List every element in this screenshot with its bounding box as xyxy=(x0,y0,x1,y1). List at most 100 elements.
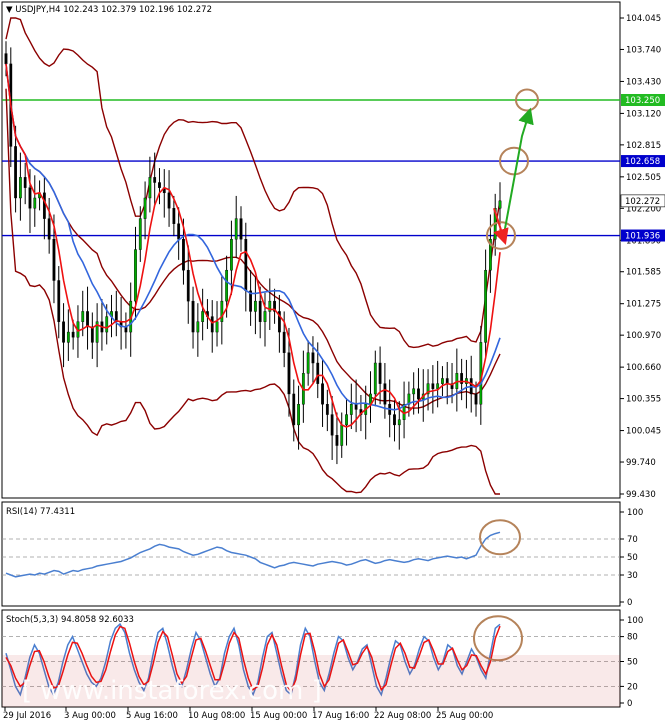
candle-body xyxy=(417,388,420,400)
level-label: 102.658 xyxy=(625,157,660,167)
candle-body xyxy=(42,192,46,219)
level-label: 103.250 xyxy=(625,96,660,106)
candle-body xyxy=(254,300,257,312)
candle-body xyxy=(52,239,56,281)
candle-body xyxy=(230,239,233,271)
candle-body xyxy=(201,311,205,322)
candle-body xyxy=(349,404,353,415)
candle-body xyxy=(373,362,377,395)
candle-body xyxy=(134,249,137,302)
rsi-panel xyxy=(1,501,621,607)
header-high: 102.379 xyxy=(101,5,136,15)
candle-body xyxy=(325,404,329,415)
stoch-label: Stoch(5,3,3) 94.8058 92.6033 xyxy=(6,615,134,625)
price-tick-label: 100.045 xyxy=(626,427,661,437)
header-open: 102.243 xyxy=(63,5,98,15)
candle-body xyxy=(244,239,248,292)
candle-body xyxy=(498,200,502,209)
candle-body xyxy=(321,383,324,405)
indicator-tick-label: 0 xyxy=(627,598,632,608)
candle-body xyxy=(239,218,243,240)
candle-body xyxy=(86,311,89,328)
candle-body xyxy=(263,311,267,322)
candle-body xyxy=(186,269,190,302)
watermark-text: [ www.instaforex.com ] xyxy=(22,676,322,706)
watermark: [ www.instaforex.com ] xyxy=(2,655,620,707)
candle-body xyxy=(306,352,310,374)
time-tick-label: 25 Aug 00:00 xyxy=(436,711,493,721)
candle-body xyxy=(71,331,75,338)
candle-body xyxy=(436,383,440,389)
header-low: 102.196 xyxy=(139,5,174,15)
candle-body xyxy=(484,269,487,343)
indicator-tick-label: 20 xyxy=(627,682,638,692)
indicator-tick-label: 70 xyxy=(627,535,638,545)
header-symbol: USDJPY,H4 xyxy=(15,5,60,15)
candle-body xyxy=(62,321,65,343)
price-tick-label: 100.355 xyxy=(626,395,661,405)
candle-body xyxy=(158,182,161,188)
candle-body xyxy=(57,280,61,322)
candle-body xyxy=(47,218,51,240)
candle-body xyxy=(340,424,344,446)
candle-body xyxy=(33,197,37,209)
price-tick-label: 103.740 xyxy=(626,45,661,55)
price-tick-label: 101.585 xyxy=(626,268,661,278)
price-tick-label: 101.275 xyxy=(626,300,661,310)
price-tick-label: 99.740 xyxy=(626,458,656,468)
candle-body xyxy=(81,311,85,322)
candle-body xyxy=(383,383,387,405)
candle-body xyxy=(143,197,147,219)
rsi-label: RSI(14) 77.4311 xyxy=(6,507,75,517)
candle-body xyxy=(191,300,195,333)
candle-body xyxy=(441,378,444,384)
candle-body xyxy=(378,362,382,384)
candle-body xyxy=(297,404,300,426)
indicator-tick-label: 100 xyxy=(627,616,643,626)
chart-header: ▼ USDJPY,H4 102.243 102.379 102.196 102.… xyxy=(6,5,212,15)
candle-body xyxy=(167,192,171,209)
price-panel xyxy=(1,1,621,499)
indicator-tick-label: 30 xyxy=(627,571,638,581)
price-tick-label: 104.045 xyxy=(626,14,661,24)
header-close: 102.272 xyxy=(177,5,212,15)
time-tick-label: 22 Aug 08:00 xyxy=(374,711,431,721)
time-tick-label: 15 Aug 00:00 xyxy=(250,711,307,721)
candle-body xyxy=(182,239,185,271)
current-price-label: 102.272 xyxy=(625,197,660,207)
forex-chart: 104.045 103.740 103.430 103.120 102.815 102.5… xyxy=(0,0,665,723)
candle-body xyxy=(90,326,94,343)
indicator-tick-label: 80 xyxy=(627,633,638,643)
candle-body xyxy=(330,414,334,436)
price-tick-label: 100.970 xyxy=(626,331,661,341)
price-tick-label: 102.505 xyxy=(626,173,661,183)
candle-body xyxy=(66,331,70,343)
candle-body xyxy=(172,208,176,224)
candle-body xyxy=(28,187,32,209)
candle-body xyxy=(148,177,152,199)
price-tick-label: 100.660 xyxy=(626,363,661,373)
candle-body xyxy=(282,331,286,353)
candle-body xyxy=(23,177,27,188)
time-tick-label: 29 Jul 2016 xyxy=(3,711,51,721)
candle-body xyxy=(14,146,17,199)
price-tick-label: 99.430 xyxy=(626,490,656,500)
candle-body xyxy=(210,316,214,333)
price-tick-label: 103.120 xyxy=(626,109,661,119)
candle-body xyxy=(431,383,435,389)
candle-body xyxy=(153,177,157,183)
time-tick-label: 3 Aug 00:00 xyxy=(64,711,116,721)
time-tick-label: 10 Aug 08:00 xyxy=(188,711,245,721)
candle-body xyxy=(287,352,291,395)
candle-body xyxy=(292,393,296,426)
candle-body xyxy=(474,393,478,405)
candle-body xyxy=(354,404,358,410)
candle-body xyxy=(215,321,219,333)
candle-body xyxy=(311,352,315,364)
candle-body xyxy=(258,300,262,322)
candle-body xyxy=(234,218,238,240)
indicator-tick-label: 50 xyxy=(627,658,638,668)
candle-body xyxy=(335,435,339,446)
candle-body xyxy=(220,300,224,322)
candle-body xyxy=(412,388,416,395)
